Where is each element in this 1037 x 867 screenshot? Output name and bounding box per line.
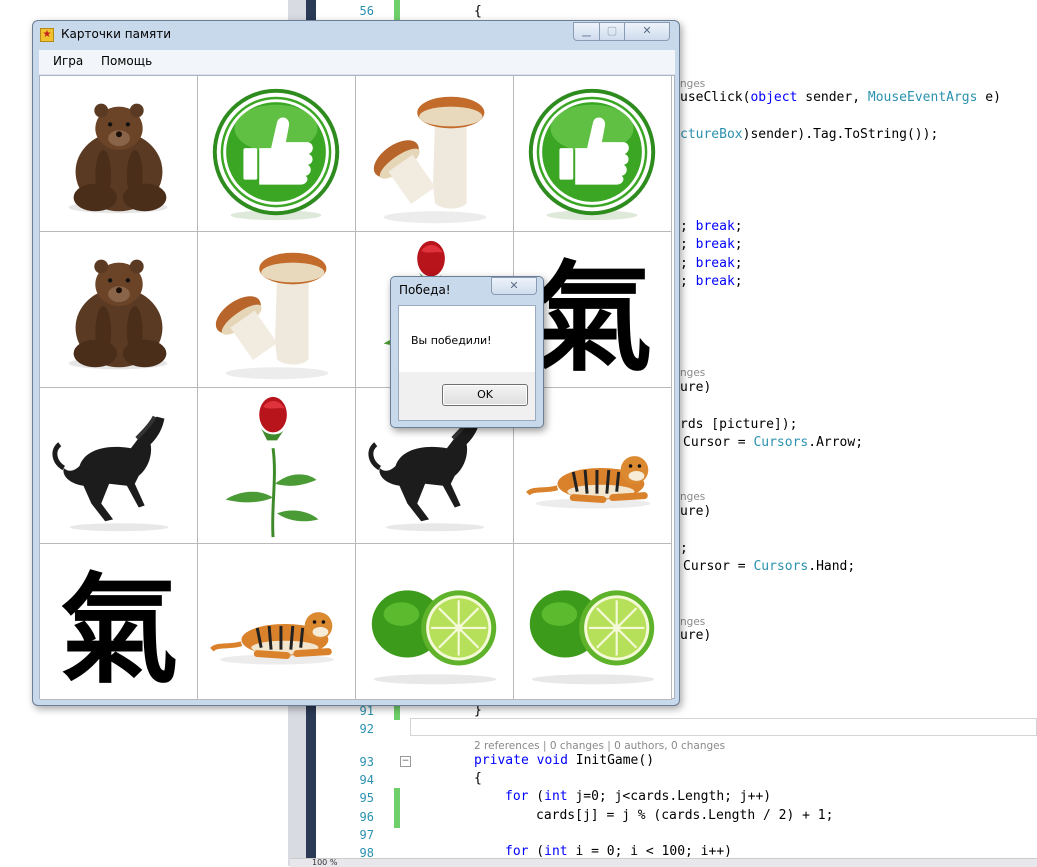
horse-card[interactable] xyxy=(40,388,198,544)
mushroom-image xyxy=(215,252,329,380)
current-line-highlight xyxy=(410,718,1037,736)
card-grid: 氣 氣 xyxy=(39,75,675,700)
qi-character-card[interactable]: 氣 xyxy=(40,544,198,700)
app-icon: ★ xyxy=(40,28,54,42)
code-line: for (int i = 0; i < 100; i++) xyxy=(505,844,732,859)
code-line: ; break; xyxy=(680,219,743,234)
change-marker xyxy=(394,788,400,828)
code-line: ure) xyxy=(680,504,712,519)
dialog-message: Вы победили! xyxy=(411,334,492,347)
code-lens: nges xyxy=(680,78,706,90)
line-number: 56 xyxy=(359,4,374,18)
dialog-close-button[interactable]: ✕ xyxy=(491,277,537,295)
maximize-button[interactable]: ▢ xyxy=(599,22,625,41)
thumbs-up-image xyxy=(528,88,656,221)
mushroom-card[interactable] xyxy=(356,76,514,232)
mushroom-card[interactable] xyxy=(198,232,356,388)
rose-card[interactable] xyxy=(198,388,356,544)
dialog-body: Вы победили! OK xyxy=(398,305,536,421)
code-line: ctureBox)sender).Tag.ToString()); xyxy=(680,127,939,142)
tiger-card[interactable] xyxy=(198,544,356,700)
code-line: { xyxy=(474,4,482,19)
thumbs-up-image xyxy=(212,88,340,221)
menu-game[interactable]: Игра xyxy=(53,54,83,68)
svg-text:氣: 氣 xyxy=(60,560,179,699)
rose-image xyxy=(225,396,319,538)
code-line: Cursor = Cursors.Arrow; xyxy=(683,435,864,450)
code-line: ure) xyxy=(680,628,712,643)
line-number: 94 xyxy=(359,773,374,787)
dialog-footer: OK xyxy=(399,372,535,420)
qi-character-image: 氣 xyxy=(60,560,179,699)
thumbs-up-card[interactable] xyxy=(514,76,672,232)
code-line: { xyxy=(474,771,482,786)
line-number: 92 xyxy=(359,722,374,736)
svg-text:氣: 氣 xyxy=(534,248,653,387)
lime-card[interactable] xyxy=(356,544,514,700)
code-line: ; break; xyxy=(680,274,743,289)
bear-card[interactable] xyxy=(40,76,198,232)
code-line: ure) xyxy=(680,380,712,395)
memory-cards-window: ★ Карточки памяти ▁ ▢ ✕ Игра Помощь 氣 氣 xyxy=(32,20,680,706)
code-line: cards[j] = j % (cards.Length / 2) + 1; xyxy=(536,808,834,823)
lime-card[interactable] xyxy=(514,544,672,700)
code-line: ; break; xyxy=(680,237,743,252)
bear-image xyxy=(68,259,168,370)
code-lens: nges xyxy=(680,491,706,503)
lime-image xyxy=(529,590,655,685)
tiger-image xyxy=(210,612,335,665)
code-line: useClick(object sender, MouseEventArgs e… xyxy=(680,90,1001,105)
menu-bar: Игра Помощь xyxy=(39,50,675,75)
menu-help[interactable]: Помощь xyxy=(101,54,152,68)
bear-card[interactable] xyxy=(40,232,198,388)
bear-image xyxy=(68,103,168,214)
mushroom-image xyxy=(373,96,487,224)
horse-image xyxy=(52,415,169,532)
code-line: rds [picture]); xyxy=(680,417,798,432)
ok-button[interactable]: OK xyxy=(442,384,528,406)
close-button[interactable]: ✕ xyxy=(624,22,670,41)
minimize-button[interactable]: ▁ xyxy=(573,22,600,41)
code-line: private void InitGame() xyxy=(474,753,655,768)
thumbs-up-card[interactable] xyxy=(198,76,356,232)
code-lens: nges xyxy=(680,616,706,628)
victory-dialog: Победа! ✕ Вы победили! OK xyxy=(390,276,544,428)
line-number: 93 xyxy=(359,755,374,769)
code-line: Cursor = Cursors.Hand; xyxy=(683,559,856,574)
line-number: 97 xyxy=(359,828,374,842)
window-title: Карточки памяти xyxy=(61,27,172,41)
code-line: for (int j=0; j<cards.Length; j++) xyxy=(505,789,772,804)
dialog-title: Победа! xyxy=(399,283,451,297)
line-number: 95 xyxy=(359,791,374,805)
change-marker xyxy=(394,0,400,20)
line-number: 91 xyxy=(359,704,374,718)
line-number: 96 xyxy=(359,810,374,824)
code-line: ; break; xyxy=(680,256,743,271)
lime-image xyxy=(371,590,497,685)
code-lens: nges xyxy=(680,367,706,379)
collapse-toggle-icon[interactable]: − xyxy=(400,756,411,767)
code-lens[interactable]: 2 references | 0 changes | 0 authors, 0 … xyxy=(474,740,725,752)
title-bar[interactable]: ★ Карточки памяти ▁ ▢ ✕ xyxy=(33,21,679,49)
code-line: ; xyxy=(680,541,688,556)
